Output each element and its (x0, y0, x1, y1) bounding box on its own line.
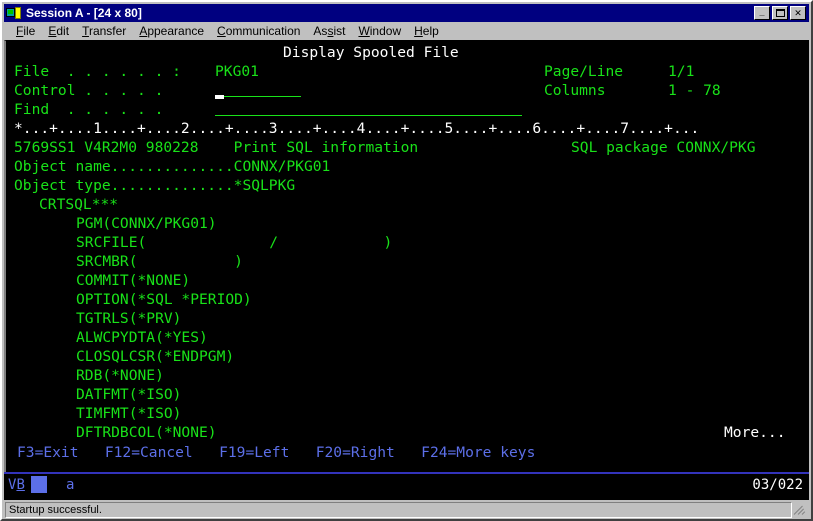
oia-input-mode: a (66, 477, 75, 493)
menu-item-communication[interactable]: Communication (211, 23, 307, 39)
field-row-file: File . . . . . . : (14, 62, 181, 81)
report-object-name: Object name..............CONNX/PKG01 (14, 158, 331, 175)
minimize-button[interactable]: _ (754, 6, 770, 20)
menu-item-transfer[interactable]: Transfer (76, 23, 133, 39)
oia-cursor-indicator (31, 476, 47, 493)
menu-item-assist[interactable]: Assist (307, 23, 352, 39)
menu-item-window[interactable]: Window (352, 23, 408, 39)
emulator-window: Session A - [24 x 80] _ ✕ File Edit Tran… (0, 0, 813, 521)
operator-information-area: VB a 03/022 (4, 472, 809, 500)
more-indicator: More... (724, 424, 786, 441)
label-file: File . . . . . . : (14, 63, 181, 80)
screen-text-grid: Display Spooled File File . . . . . . : … (6, 41, 809, 472)
report-parameter: RDB(*NONE) (76, 367, 164, 384)
value-page-line: 1/1 (668, 63, 695, 80)
find-input[interactable] (215, 100, 522, 119)
control-input[interactable] (215, 81, 301, 100)
report-object-type: Object type..............*SQLPKG (14, 177, 296, 194)
report-parameter: DATFMT(*ISO) (76, 386, 182, 403)
label-control: Control . . . . . (14, 82, 164, 99)
terminal-screen[interactable]: Display Spooled File File . . . . . . : … (4, 40, 809, 472)
label-page-line: Page/Line (544, 63, 624, 80)
report-parameter: SRCMBR( ) (76, 253, 243, 270)
label-columns: Columns (544, 82, 606, 99)
title-bar: Session A - [24 x 80] _ ✕ (4, 4, 809, 22)
value-file: PKG01 (215, 63, 259, 80)
status-message-pane: Startup successful. (5, 502, 792, 518)
report-parameter: TGTRLS(*PRV) (76, 310, 182, 327)
resize-grip[interactable] (793, 503, 807, 517)
oia-system-indicator: VB (8, 477, 25, 493)
report-parameter: COMMIT(*NONE) (76, 272, 191, 289)
report-parameter: CLOSQLCSR(*ENDPGM) (76, 348, 235, 365)
label-find: Find . . . . . . (14, 101, 164, 118)
menu-item-edit[interactable]: Edit (42, 23, 76, 39)
menu-item-file[interactable]: File (10, 23, 42, 39)
report-header-left: 5769SS1 V4R2M0 980228 Print SQL informat… (14, 139, 419, 156)
report-parameter: SRCFILE( / ) (76, 234, 393, 251)
terminal-session-icon (6, 6, 22, 21)
oia-cursor-position: 03/022 (752, 477, 803, 493)
window-title: Session A - [24 x 80] (26, 6, 142, 20)
column-ruler: *...+....1....+....2....+....3....+....4… (14, 120, 700, 137)
close-button[interactable]: ✕ (790, 6, 806, 20)
value-columns: 1 - 78 (668, 82, 721, 99)
report-command: CRTSQL*** (39, 196, 119, 213)
menu-item-help[interactable]: Help (408, 23, 446, 39)
report-parameter: DFTRDBCOL(*NONE) (76, 424, 217, 441)
window-controls: _ ✕ (754, 6, 806, 20)
report-header-right: SQL package CONNX/PKG (571, 139, 756, 156)
menu-item-appearance[interactable]: Appearance (133, 23, 211, 39)
report-parameter: TIMFMT(*ISO) (76, 405, 182, 422)
report-parameter: PGM(CONNX/PKG01) (76, 215, 217, 232)
screen-title: Display Spooled File (283, 44, 459, 61)
status-message: Startup successful. (9, 504, 102, 516)
status-bar: Startup successful. (4, 501, 809, 519)
menu-bar: File Edit Transfer Appearance Communicat… (4, 22, 809, 40)
report-parameter: OPTION(*SQL *PERIOD) (76, 291, 252, 308)
cursor-block (215, 95, 224, 100)
maximize-button[interactable] (772, 6, 788, 20)
function-key-legend[interactable]: F3=Exit F12=Cancel F19=Left F20=Right F2… (17, 443, 535, 462)
report-parameter: ALWCPYDTA(*YES) (76, 329, 208, 346)
